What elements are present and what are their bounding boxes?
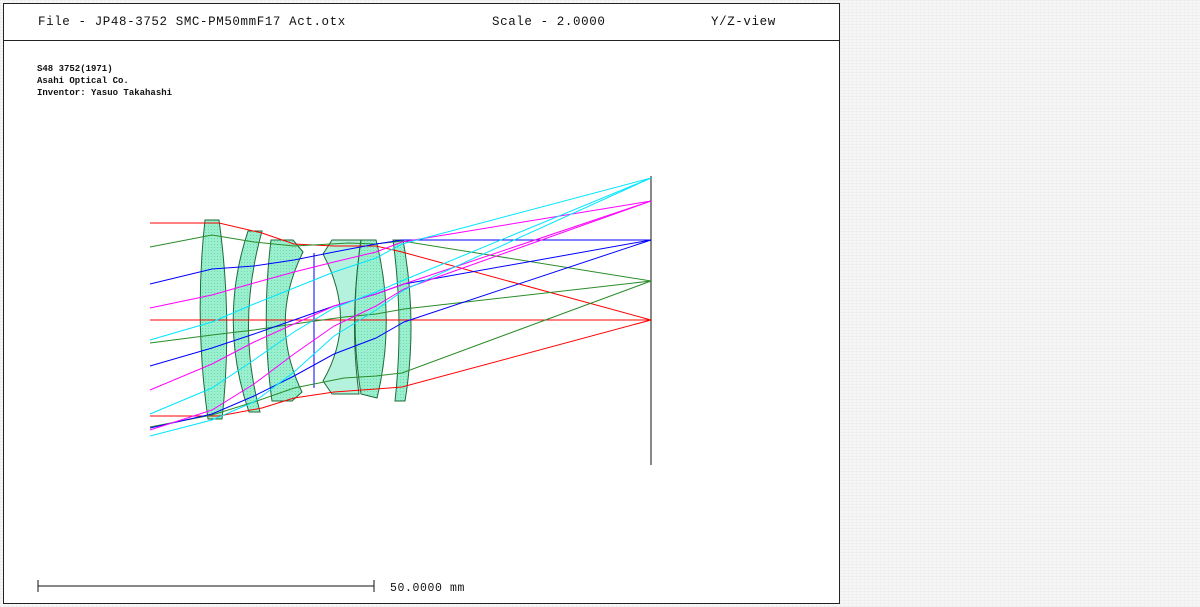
scale-bar-label: 50.0000 mm: [390, 582, 466, 595]
optical-layout-panel: File - JP48-3752 SMC-PM50mmF17 Act.otx S…: [3, 3, 840, 604]
scale-bar: [37, 580, 375, 592]
lens-element-2: [232, 230, 263, 413]
lens-diagram: [37, 176, 652, 592]
